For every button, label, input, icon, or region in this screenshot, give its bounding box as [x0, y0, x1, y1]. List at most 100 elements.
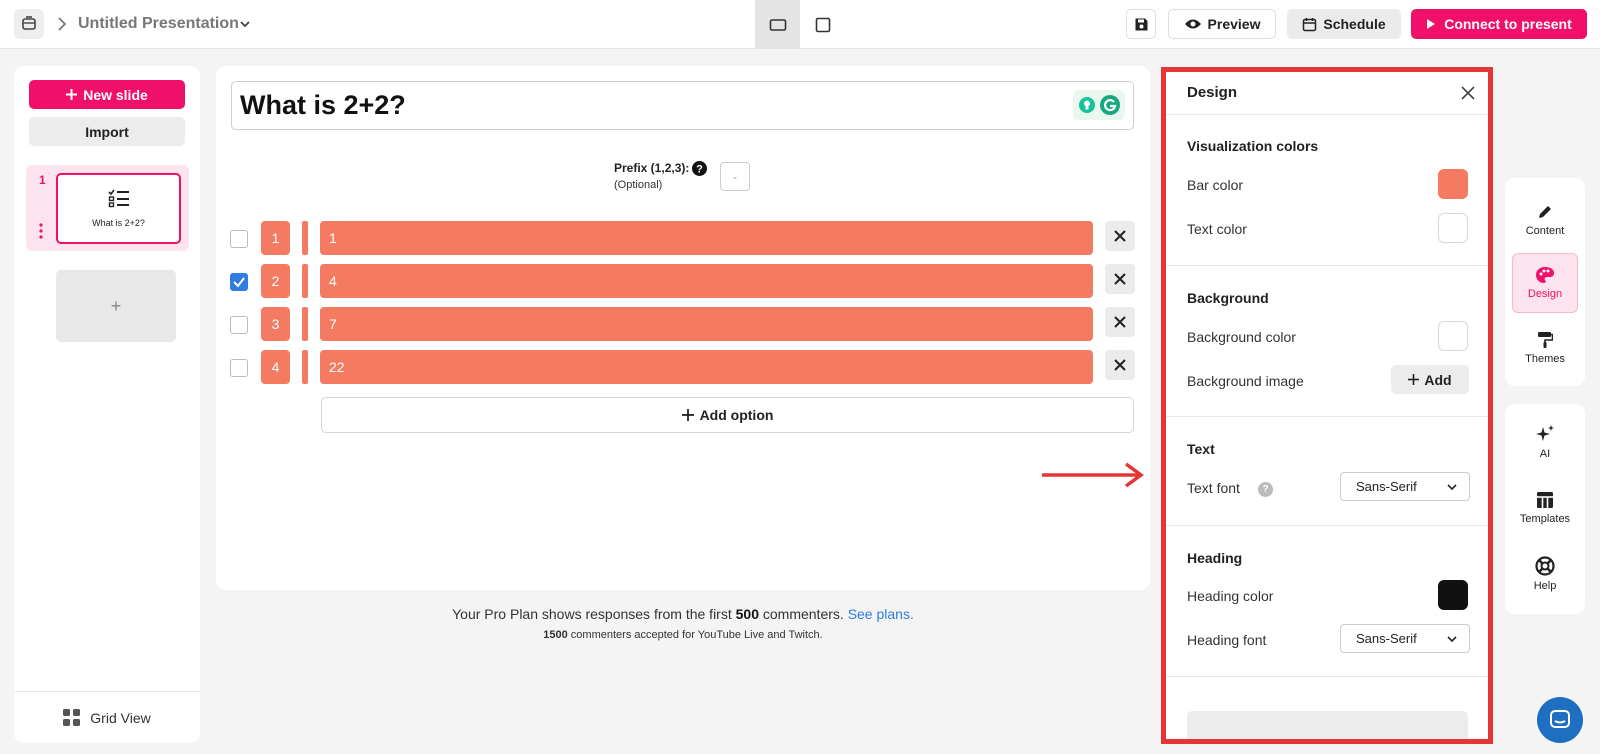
background-title: Background: [1187, 290, 1269, 306]
connect-to-present-button[interactable]: Connect to present: [1411, 9, 1587, 39]
slide-thumbnail[interactable]: What is 2+2?: [56, 173, 181, 244]
design-panel-header: Design: [1166, 72, 1488, 115]
plan-note-count: 500: [735, 606, 759, 622]
background-image-add-button[interactable]: Add: [1391, 365, 1469, 394]
text-color-swatch[interactable]: [1438, 213, 1468, 243]
floppy-disk-icon: [1135, 18, 1147, 30]
sparkles-icon: [1536, 425, 1554, 441]
rail-item-content[interactable]: Content: [1512, 190, 1578, 250]
presentation-title[interactable]: Untitled Presentation: [78, 15, 239, 33]
remove-option-button[interactable]: [1105, 221, 1135, 251]
save-button[interactable]: [1126, 9, 1156, 39]
option-input[interactable]: 7: [320, 307, 1093, 341]
slide-editor: What is 2+2? Prefix (1,2,3): (Optional) …: [216, 66, 1150, 590]
rail-item-label: Content: [1525, 225, 1565, 237]
text-color-label: Text color: [1187, 221, 1247, 237]
add-option-button[interactable]: Add option: [321, 397, 1134, 433]
question-input[interactable]: What is 2+2?: [231, 81, 1134, 130]
rail-item-design[interactable]: Design: [1512, 253, 1578, 313]
play-icon: [1427, 19, 1436, 29]
option-input[interactable]: 22: [320, 350, 1093, 384]
schedule-label: Schedule: [1323, 16, 1386, 32]
section-divider: [1166, 525, 1488, 526]
grammarly-icon: [1099, 95, 1120, 115]
chat-support-button[interactable]: [1537, 697, 1583, 743]
assist-tools-rail: AI Templates Help: [1505, 404, 1585, 614]
option-row: 1 1: [230, 220, 1137, 256]
option-input[interactable]: 4: [320, 264, 1093, 298]
correct-answer-checkbox[interactable]: [230, 230, 248, 248]
text-font-select[interactable]: Sans-Serif: [1340, 472, 1470, 501]
slide-thumbnail-title: What is 2+2?: [92, 218, 145, 228]
heading-font-select[interactable]: Sans-Serif: [1340, 624, 1470, 653]
drag-handle-icon[interactable]: [38, 223, 44, 239]
correct-answer-checkbox[interactable]: [230, 359, 248, 377]
grid-icon: [63, 709, 81, 726]
see-plans-link[interactable]: See plans.: [848, 606, 914, 622]
palette-icon: [1536, 267, 1554, 283]
remove-option-button[interactable]: [1105, 264, 1135, 294]
help-icon[interactable]: ?: [1258, 482, 1273, 497]
text-font-label: Text font: [1187, 480, 1240, 496]
background-color-swatch[interactable]: [1438, 321, 1468, 351]
preview-label: Preview: [1207, 16, 1261, 32]
templates-icon: [1537, 492, 1553, 508]
section-divider: [1166, 265, 1488, 266]
correct-answer-checkbox[interactable]: [230, 273, 248, 291]
prefix-input[interactable]: -: [720, 162, 750, 191]
remove-option-button[interactable]: [1105, 307, 1135, 337]
background-image-label: Background image: [1187, 373, 1304, 389]
plan-subnote-count: 1500: [543, 629, 568, 641]
plan-note-prefix: Your Pro Plan shows responses from the f…: [452, 606, 736, 622]
bar-color-swatch[interactable]: [1438, 169, 1468, 199]
option-input[interactable]: 1: [320, 221, 1093, 255]
plan-subnote-text: commenters accepted for YouTube Live and…: [567, 629, 823, 641]
correct-answer-checkbox[interactable]: [230, 316, 248, 334]
design-panel-bottom-button[interactable]: [1187, 711, 1468, 739]
chat-icon: [1550, 710, 1570, 728]
text-title: Text: [1187, 441, 1215, 457]
arrow-right-annotation-icon: [1042, 462, 1144, 488]
rail-item-themes[interactable]: Themes: [1512, 318, 1578, 378]
question-text[interactable]: What is 2+2?: [240, 90, 406, 121]
layout-square-button[interactable]: [800, 0, 845, 49]
remove-option-button[interactable]: [1105, 350, 1135, 380]
rail-item-label: Help: [1533, 580, 1557, 592]
preview-button[interactable]: Preview: [1168, 9, 1276, 39]
prefix-optional: (Optional): [614, 179, 663, 191]
editor-tools-rail: Content Design Themes: [1505, 178, 1585, 386]
visualization-colors-title: Visualization colors: [1187, 138, 1319, 154]
grid-view-button[interactable]: Grid View: [14, 691, 200, 743]
option-number: 3: [261, 307, 290, 341]
close-icon[interactable]: [1460, 85, 1476, 101]
chevron-down-icon[interactable]: [238, 17, 252, 31]
heading-color-label: Heading color: [1187, 588, 1274, 604]
plan-note: Your Pro Plan shows responses from the f…: [216, 606, 1150, 622]
schedule-button[interactable]: Schedule: [1287, 9, 1401, 39]
slide-item[interactable]: 1 What is 2+2?: [26, 165, 189, 251]
add-slide-button[interactable]: +: [56, 270, 176, 342]
top-bar: Untitled Presentation Preview Schedule C…: [0, 0, 1600, 49]
option-row: 2 4: [230, 263, 1137, 299]
layout-widescreen-button[interactable]: [755, 0, 800, 49]
design-panel-title: Design: [1187, 84, 1238, 101]
rail-item-help[interactable]: Help: [1512, 544, 1578, 604]
heading-color-swatch[interactable]: [1438, 580, 1468, 610]
new-slide-label: New slide: [83, 86, 148, 103]
rail-item-ai[interactable]: AI: [1512, 412, 1578, 472]
option-color-mark: [302, 350, 308, 384]
grammarly-widget[interactable]: [1073, 90, 1125, 120]
svg-text:?: ?: [696, 164, 703, 176]
widescreen-icon: [769, 18, 786, 31]
slide-number: 1: [39, 173, 46, 187]
import-button[interactable]: Import: [29, 117, 185, 146]
close-icon: [1114, 273, 1126, 285]
add-option-label: Add option: [699, 407, 774, 423]
new-slide-button[interactable]: New slide: [29, 80, 185, 109]
question-circle-icon[interactable]: ?: [692, 161, 707, 176]
home-button[interactable]: [14, 9, 44, 39]
rail-item-label: Design: [1527, 288, 1563, 300]
paint-roller-icon: [1538, 332, 1553, 348]
rail-item-templates[interactable]: Templates: [1512, 478, 1578, 538]
chevron-down-icon: [1447, 484, 1457, 491]
